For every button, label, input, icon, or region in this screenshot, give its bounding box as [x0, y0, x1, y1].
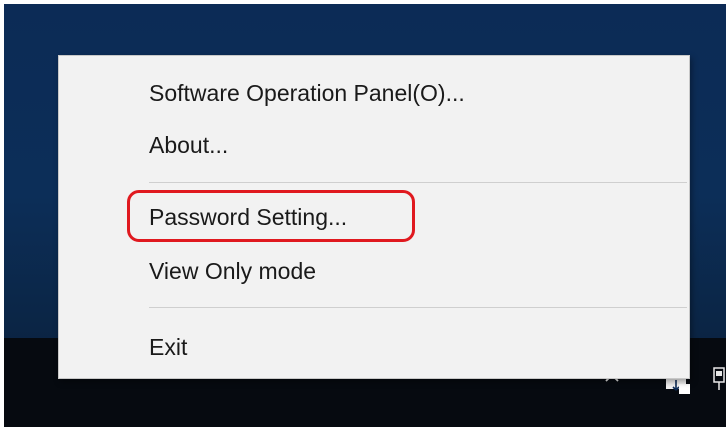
menu-item-software-operation-panel[interactable]: Software Operation Panel(O)...: [59, 68, 689, 118]
tray-context-menu: Software Operation Panel(O)... About... …: [58, 55, 690, 379]
menu-item-password-setting[interactable]: Password Setting...: [59, 192, 689, 242]
screenshot-frame: Software Operation Panel(O)... About... …: [0, 0, 726, 427]
network-icon[interactable]: [712, 364, 726, 394]
menu-separator: [149, 307, 687, 308]
menu-item-view-only-mode[interactable]: View Only mode: [59, 246, 689, 296]
menu-item-exit[interactable]: Exit: [59, 322, 689, 372]
menu-item-about[interactable]: About...: [59, 120, 689, 170]
menu-separator: [149, 182, 687, 183]
